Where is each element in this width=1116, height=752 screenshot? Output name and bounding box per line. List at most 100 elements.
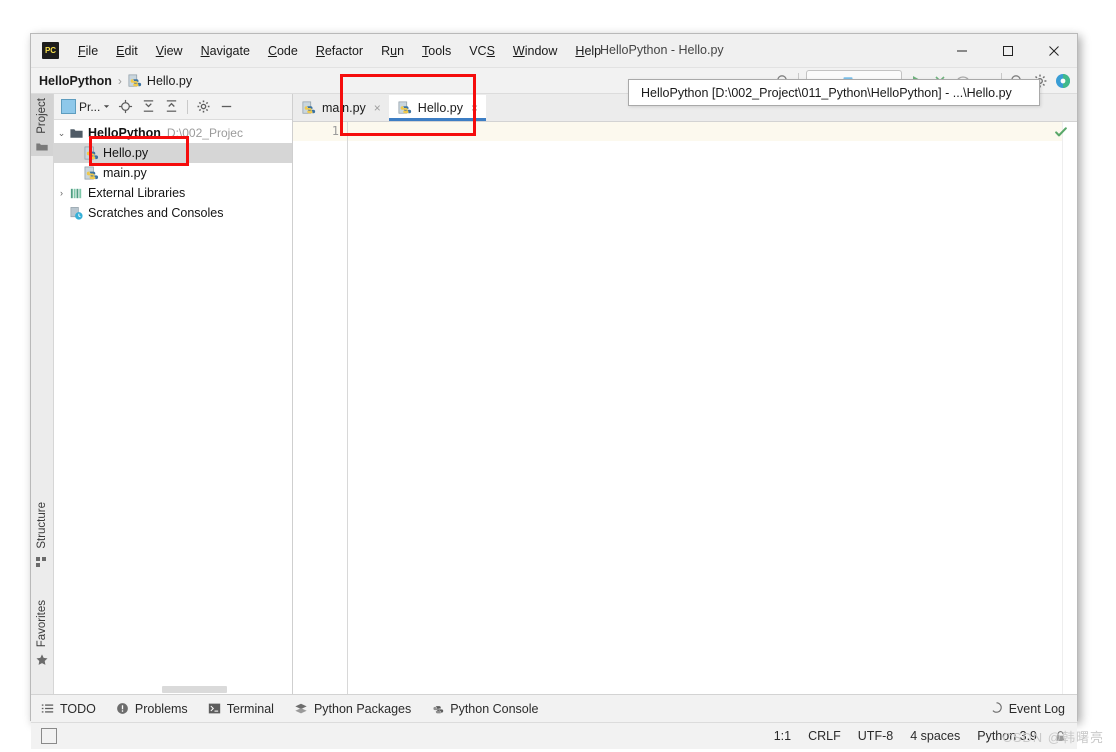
project-panel-horizontal-scrollbar[interactable] bbox=[54, 685, 292, 694]
bottom-item-python-console[interactable]: Python Console bbox=[431, 701, 539, 716]
tree-node-external-libraries-label: External Libraries bbox=[88, 186, 186, 200]
star-icon bbox=[35, 653, 49, 667]
libraries-icon bbox=[69, 186, 84, 201]
bottom-item-problems-label: Problems bbox=[134, 701, 188, 716]
terminal-icon bbox=[208, 702, 221, 715]
left-tool-strip: Project Structure Favorites bbox=[31, 94, 54, 694]
ok-check-icon[interactable] bbox=[1054, 125, 1068, 139]
tab-hello-py-label: Hello.py bbox=[417, 101, 463, 115]
project-view-label: Pr... bbox=[79, 99, 101, 114]
tree-node-external-libraries[interactable]: › External Libraries bbox=[54, 183, 292, 203]
tree-node-hellopython-path: D:\002_Projec bbox=[166, 126, 243, 140]
problems-icon bbox=[116, 702, 129, 715]
maximize-icon[interactable] bbox=[985, 34, 1031, 67]
tab-hello-py[interactable]: Hello.py × bbox=[388, 95, 487, 121]
editor-main: 1 bbox=[293, 122, 1077, 694]
bottom-item-todo[interactable]: TODO bbox=[41, 702, 96, 716]
breadcrumb-project[interactable]: HelloPython bbox=[39, 74, 112, 88]
folder-icon bbox=[35, 140, 49, 154]
editor-area: main.py × Hello.py × 1 bbox=[293, 94, 1077, 694]
close-icon[interactable]: × bbox=[471, 101, 478, 115]
bottom-item-python-packages[interactable]: Python Packages bbox=[294, 702, 411, 716]
project-panel-toolbar: Pr... bbox=[54, 94, 292, 120]
tree-node-hellopython[interactable]: ⌄ HelloPython D:\002_Projec bbox=[54, 123, 292, 143]
main-body: Project Structure Favorites Pr... ⌄ Hell… bbox=[31, 94, 1077, 694]
status-encoding[interactable]: UTF-8 bbox=[858, 729, 893, 743]
python-file-icon bbox=[84, 146, 99, 161]
editor-gutter[interactable]: 1 bbox=[293, 122, 348, 694]
panel-toolbar-separator bbox=[187, 99, 189, 114]
packages-icon bbox=[294, 702, 308, 716]
status-caret-position[interactable]: 1:1 bbox=[774, 729, 791, 743]
bottom-item-python-console-label: Python Console bbox=[450, 701, 539, 716]
current-line-highlight bbox=[348, 122, 1062, 141]
datalore-icon[interactable] bbox=[1055, 73, 1071, 89]
window-title: HelloPython - Hello.py bbox=[600, 43, 724, 57]
status-line-separator[interactable]: CRLF bbox=[808, 729, 841, 743]
tree-node-scratches[interactable]: Scratches and Consoles bbox=[54, 203, 292, 223]
collapse-all-icon[interactable] bbox=[164, 99, 179, 114]
folder-icon bbox=[69, 126, 84, 141]
chevron-right-icon[interactable]: › bbox=[54, 188, 69, 198]
expand-all-icon[interactable] bbox=[141, 99, 156, 114]
menu-window[interactable]: Window bbox=[504, 41, 566, 61]
sidebar-item-favorites[interactable]: Favorites bbox=[31, 596, 53, 669]
close-icon[interactable]: × bbox=[374, 101, 381, 115]
window-controls bbox=[939, 34, 1077, 67]
locate-file-icon[interactable] bbox=[118, 99, 133, 114]
tree-node-hellopython-label: HelloPython bbox=[88, 126, 161, 140]
tab-main-py-label: main.py bbox=[322, 101, 366, 115]
line-number-1: 1 bbox=[331, 124, 339, 138]
menu-tools[interactable]: Tools bbox=[413, 41, 460, 61]
menu-run[interactable]: Run bbox=[372, 41, 413, 61]
bottom-item-problems[interactable]: Problems bbox=[116, 702, 188, 716]
python-file-icon bbox=[398, 101, 412, 115]
breadcrumb-separator: › bbox=[117, 73, 122, 88]
sidebar-item-project[interactable]: Project bbox=[31, 94, 53, 156]
sidebar-item-structure-label: Structure bbox=[36, 502, 48, 549]
status-indent[interactable]: 4 spaces bbox=[910, 729, 960, 743]
menu-vcs[interactable]: VCS bbox=[460, 41, 504, 61]
event-log-label: Event Log bbox=[1008, 701, 1065, 716]
todo-icon bbox=[41, 702, 54, 715]
menu-view[interactable]: View bbox=[147, 41, 192, 61]
python-console-icon bbox=[431, 702, 444, 715]
menu-refactor[interactable]: Refactor bbox=[307, 41, 372, 61]
scrollbar-thumb[interactable] bbox=[162, 686, 227, 693]
menu-edit[interactable]: Edit bbox=[107, 41, 147, 61]
editor-right-gutter[interactable] bbox=[1055, 122, 1077, 694]
chevron-down-icon[interactable]: ⌄ bbox=[54, 128, 69, 139]
tree-node-main-py[interactable]: main.py bbox=[54, 163, 292, 183]
sidebar-item-project-label: Project bbox=[36, 98, 48, 134]
python-file-icon bbox=[128, 74, 142, 88]
bottom-item-todo-label: TODO bbox=[60, 701, 96, 716]
project-panel: Pr... ⌄ HelloPython D:\002_Projec Hello.… bbox=[54, 94, 293, 694]
menu-navigate[interactable]: Navigate bbox=[192, 41, 259, 61]
status-bar: 1:1 CRLF UTF-8 4 spaces Python 3.9 bbox=[31, 722, 1077, 749]
bottom-item-terminal[interactable]: Terminal bbox=[208, 702, 274, 716]
code-editor[interactable] bbox=[348, 122, 1062, 694]
structure-icon bbox=[35, 555, 49, 569]
python-file-icon bbox=[302, 101, 316, 115]
tree-node-hello-py[interactable]: Hello.py bbox=[54, 143, 292, 163]
event-log-icon bbox=[990, 701, 1003, 717]
toggle-tool-windows-button[interactable] bbox=[41, 728, 57, 744]
bottom-item-python-packages-label: Python Packages bbox=[313, 701, 412, 716]
sidebar-item-structure[interactable]: Structure bbox=[31, 498, 53, 571]
event-log-button[interactable]: Event Log bbox=[990, 701, 1065, 717]
minimize-icon[interactable] bbox=[939, 34, 985, 67]
project-tree: ⌄ HelloPython D:\002_Projec Hello.py mai… bbox=[54, 120, 292, 694]
window-path-tooltip: HelloPython [D:\002_Project\011_Python\H… bbox=[628, 79, 1040, 106]
gear-icon[interactable] bbox=[196, 99, 211, 114]
close-icon[interactable] bbox=[1031, 34, 1077, 67]
pycharm-window: PC File Edit View Navigate Code Refactor… bbox=[30, 33, 1078, 749]
title-bar: PC File Edit View Navigate Code Refactor… bbox=[31, 34, 1077, 68]
chevron-down-icon bbox=[104, 105, 110, 108]
tree-node-main-py-label: main.py bbox=[103, 166, 147, 180]
menu-code[interactable]: Code bbox=[259, 41, 307, 61]
breadcrumb-file[interactable]: Hello.py bbox=[128, 74, 192, 88]
tab-main-py[interactable]: main.py × bbox=[293, 95, 389, 121]
project-view-selector[interactable]: Pr... bbox=[61, 99, 110, 114]
menu-file[interactable]: File bbox=[69, 41, 107, 61]
hide-panel-icon[interactable] bbox=[219, 99, 234, 114]
